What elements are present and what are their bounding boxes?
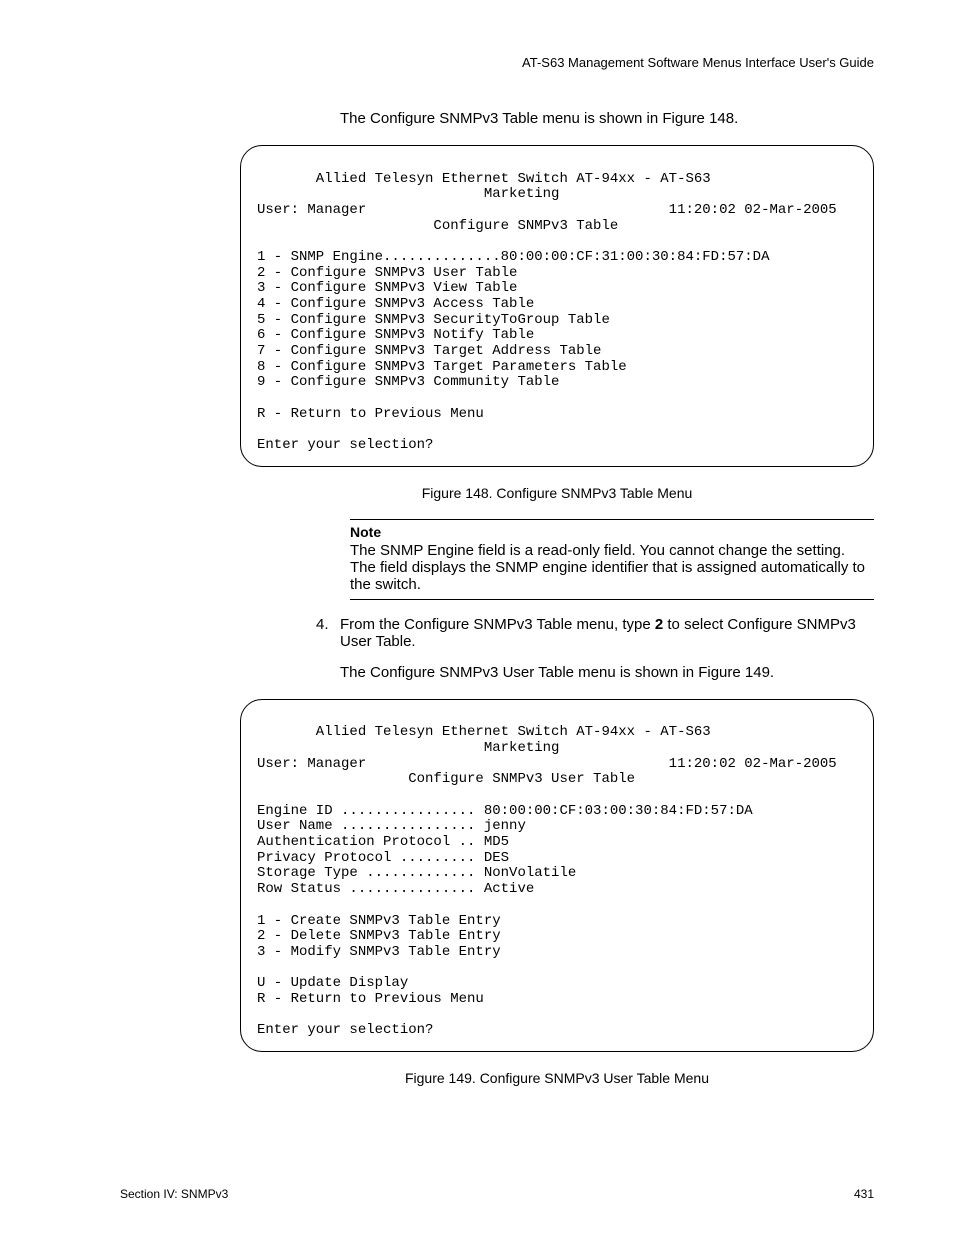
t2-userline: User: Manager 11:20:02 02-Mar-2005 bbox=[257, 756, 837, 772]
step-4-text-a: From the Configure SNMPv3 Table menu, ty… bbox=[340, 616, 655, 633]
t2-field-4: Privacy Protocol ......... DES bbox=[257, 850, 509, 866]
t2-update: U - Update Display bbox=[257, 975, 408, 991]
t1-item-8: 8 - Configure SNMPv3 Target Parameters T… bbox=[257, 359, 627, 375]
t1-title: Allied Telesyn Ethernet Switch AT-94xx -… bbox=[257, 171, 711, 187]
t2-field-6: Row Status ............... Active bbox=[257, 881, 534, 897]
t2-prompt: Enter your selection? bbox=[257, 1022, 433, 1038]
t1-item-3: 3 - Configure SNMPv3 View Table bbox=[257, 280, 517, 296]
t2-menuname: Configure SNMPv3 User Table bbox=[257, 771, 635, 787]
note-block: Note The SNMP Engine field is a read-onl… bbox=[350, 519, 874, 600]
t1-item-7: 7 - Configure SNMPv3 Target Address Tabl… bbox=[257, 343, 601, 359]
t1-prompt: Enter your selection? bbox=[257, 437, 433, 453]
t1-item-9: 9 - Configure SNMPv3 Community Table bbox=[257, 374, 559, 390]
t2-title: Allied Telesyn Ethernet Switch AT-94xx -… bbox=[257, 724, 711, 740]
intro-text-1: The Configure SNMPv3 Table menu is shown… bbox=[340, 110, 874, 127]
t2-field-1: Engine ID ................ 80:00:00:CF:0… bbox=[257, 803, 753, 819]
t1-item-5: 5 - Configure SNMPv3 SecurityToGroup Tab… bbox=[257, 312, 610, 328]
figure-caption-149: Figure 149. Configure SNMPv3 User Table … bbox=[240, 1070, 874, 1086]
footer-right: 431 bbox=[854, 1187, 874, 1201]
page-header-right: AT-S63 Management Software Menus Interfa… bbox=[120, 55, 874, 70]
t1-menuname: Configure SNMPv3 Table bbox=[257, 218, 618, 234]
t2-field-5: Storage Type ............. NonVolatile bbox=[257, 865, 576, 881]
t1-subtitle: Marketing bbox=[257, 186, 559, 202]
page-footer: Section IV: SNMPv3 431 bbox=[120, 1187, 874, 1201]
t1-return: R - Return to Previous Menu bbox=[257, 406, 484, 422]
t1-item-2: 2 - Configure SNMPv3 User Table bbox=[257, 265, 517, 281]
note-text: The SNMP Engine field is a read-only fie… bbox=[350, 542, 874, 593]
terminal-menu-148: Allied Telesyn Ethernet Switch AT-94xx -… bbox=[240, 145, 874, 467]
t1-userline: User: Manager 11:20:02 02-Mar-2005 bbox=[257, 202, 837, 218]
t1-item-4: 4 - Configure SNMPv3 Access Table bbox=[257, 296, 534, 312]
note-rule-top bbox=[350, 519, 874, 520]
step-4-number: 4. bbox=[316, 616, 329, 633]
t2-item-1: 1 - Create SNMPv3 Table Entry bbox=[257, 913, 501, 929]
t1-item-1: 1 - SNMP Engine..............80:00:00:CF… bbox=[257, 249, 769, 265]
t2-item-3: 3 - Modify SNMPv3 Table Entry bbox=[257, 944, 501, 960]
intro-text-2: The Configure SNMPv3 User Table menu is … bbox=[340, 664, 874, 681]
terminal-menu-149: Allied Telesyn Ethernet Switch AT-94xx -… bbox=[240, 699, 874, 1052]
note-title: Note bbox=[350, 524, 874, 540]
note-rule-bottom bbox=[350, 599, 874, 600]
figure-caption-148: Figure 148. Configure SNMPv3 Table Menu bbox=[240, 485, 874, 501]
t2-field-3: Authentication Protocol .. MD5 bbox=[257, 834, 509, 850]
t2-return: R - Return to Previous Menu bbox=[257, 991, 484, 1007]
step-4: 4. From the Configure SNMPv3 Table menu,… bbox=[340, 616, 874, 650]
t2-field-2: User Name ................ jenny bbox=[257, 818, 526, 834]
step-4-bold: 2 bbox=[655, 616, 663, 633]
t1-item-6: 6 - Configure SNMPv3 Notify Table bbox=[257, 327, 534, 343]
t2-subtitle: Marketing bbox=[257, 740, 559, 756]
footer-left: Section IV: SNMPv3 bbox=[120, 1187, 228, 1201]
t2-item-2: 2 - Delete SNMPv3 Table Entry bbox=[257, 928, 501, 944]
